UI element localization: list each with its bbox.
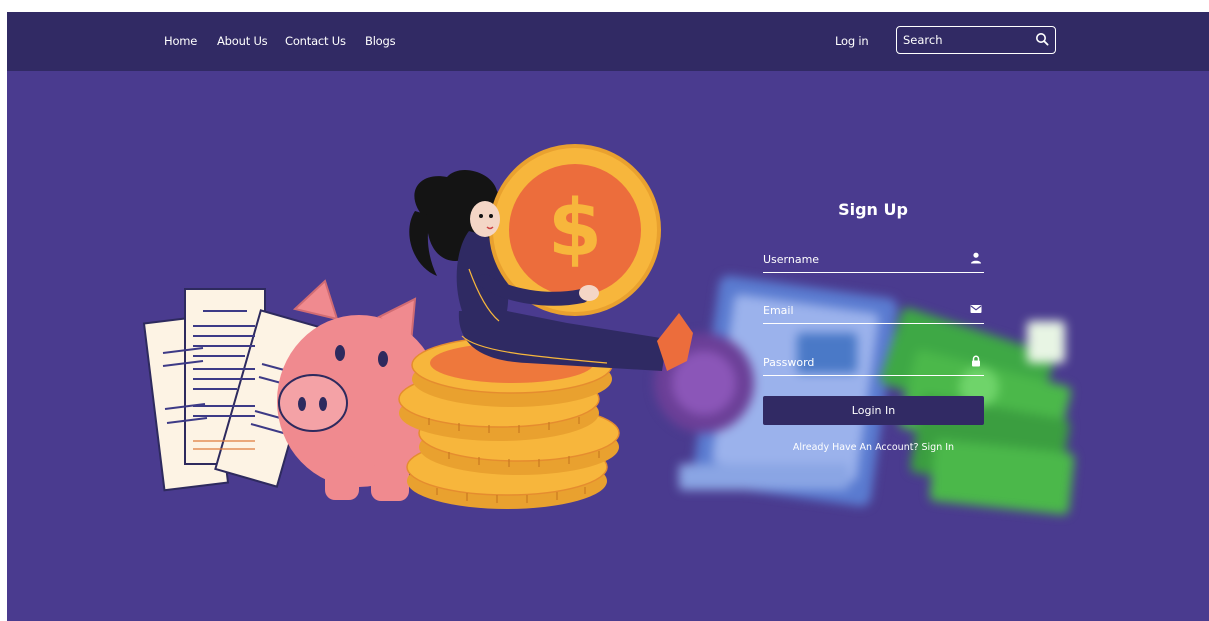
search-icon[interactable] (1035, 32, 1049, 46)
user-icon (971, 252, 981, 264)
nav-link-blogs[interactable]: Blogs (365, 34, 396, 48)
search-box[interactable] (896, 26, 1056, 54)
envelope-icon (970, 305, 982, 313)
login-button[interactable]: Login In (763, 396, 984, 425)
username-field[interactable] (763, 250, 984, 273)
username-input[interactable] (763, 250, 953, 268)
lock-icon (972, 355, 980, 367)
signup-title: Sign Up (838, 200, 908, 219)
login-link[interactable]: Log in (835, 34, 869, 48)
search-input[interactable] (903, 31, 1028, 49)
password-input[interactable] (763, 353, 953, 371)
svg-text:$: $ (548, 184, 602, 274)
password-field[interactable] (763, 353, 984, 376)
page-frame: Home About Us Contact Us Blogs Log in Se… (7, 12, 1209, 621)
sign-in-link[interactable]: Already Have An Account? Sign In (763, 442, 984, 453)
woman-holding-coin-illustration: $ (409, 144, 693, 371)
email-field[interactable] (763, 301, 984, 324)
hero-illustration: $ (142, 144, 1075, 515)
email-input[interactable] (763, 301, 953, 319)
nav-link-contact-us[interactable]: Contact Us (285, 34, 346, 48)
nav-link-about-us[interactable]: About Us (217, 34, 268, 48)
top-navbar: Home About Us Contact Us Blogs Log in (7, 12, 1209, 71)
nav-link-home[interactable]: Home (164, 34, 197, 48)
